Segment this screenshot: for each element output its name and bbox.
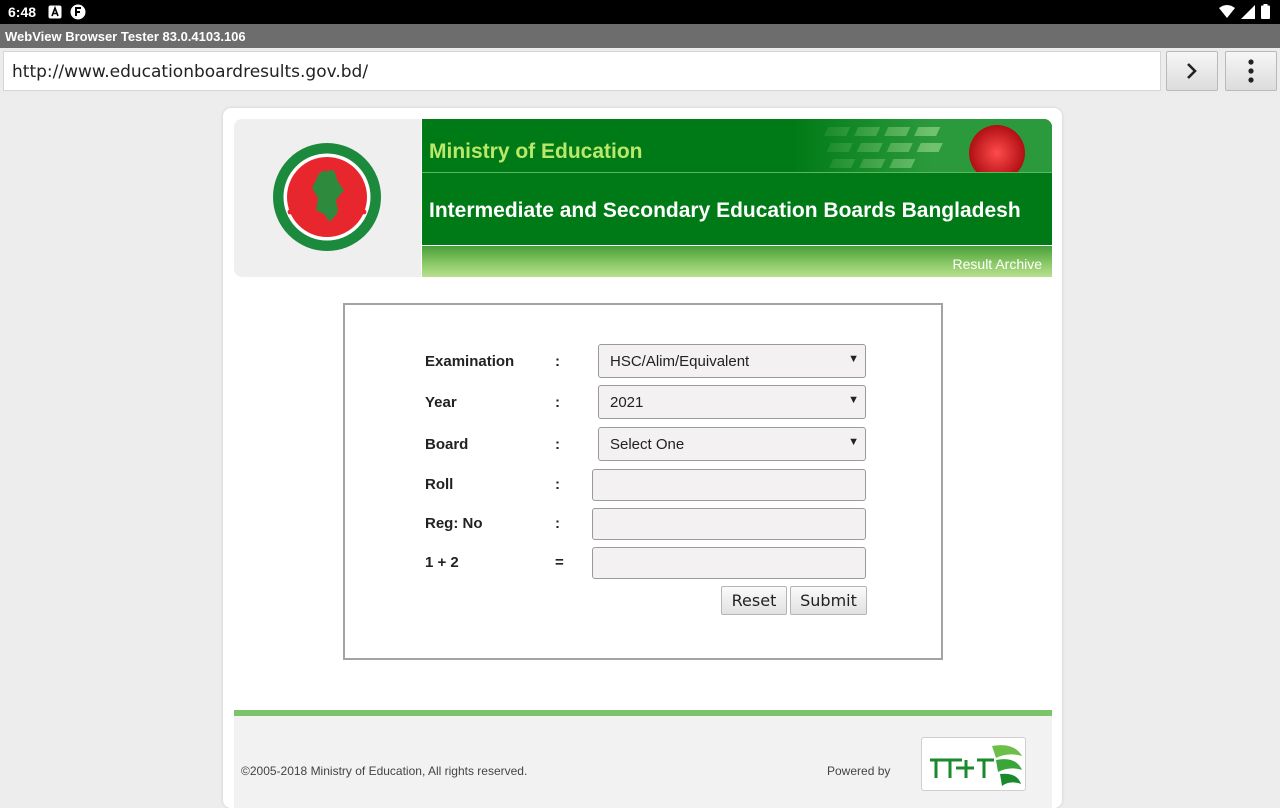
captcha-label: 1 + 2 bbox=[425, 554, 459, 571]
result-form: Examination : HSC/Alim/Equivalent ▼ Year… bbox=[343, 303, 943, 660]
roll-label: Roll bbox=[425, 476, 454, 493]
app-title-bar: WebView Browser Tester 83.0.4103.106 bbox=[0, 24, 1280, 48]
teletalk-logo[interactable] bbox=[921, 737, 1026, 791]
examination-colon: : bbox=[555, 353, 560, 370]
chevron-right-icon bbox=[1187, 63, 1197, 79]
board-colon: : bbox=[555, 436, 560, 453]
board-select[interactable]: Select One ▼ bbox=[598, 427, 866, 461]
overflow-menu-button[interactable] bbox=[1225, 51, 1277, 91]
reg-row: Reg: No : bbox=[425, 508, 867, 542]
logo-container bbox=[234, 119, 421, 277]
go-button[interactable] bbox=[1166, 51, 1218, 91]
reg-colon: : bbox=[555, 515, 560, 532]
captcha-input[interactable] bbox=[592, 547, 866, 579]
banner-divider bbox=[422, 172, 1052, 173]
year-label: Year bbox=[425, 394, 457, 411]
app-title: WebView Browser Tester 83.0.4103.106 bbox=[5, 29, 246, 44]
header-banner: Ministry of Education Intermediate and S… bbox=[422, 119, 1052, 245]
boards-title: Intermediate and Secondary Education Boa… bbox=[429, 199, 1021, 222]
powered-by-text: Powered by bbox=[827, 764, 891, 778]
roll-row: Roll : bbox=[425, 469, 867, 503]
battery-icon bbox=[1261, 4, 1270, 19]
url-input[interactable]: http://www.educationboardresults.gov.bd/ bbox=[3, 51, 1161, 91]
submit-button[interactable]: Submit bbox=[790, 586, 867, 615]
site-header: Ministry of Education Intermediate and S… bbox=[234, 119, 1052, 277]
examination-select[interactable]: HSC/Alim/Equivalent ▼ bbox=[598, 344, 866, 378]
status-bar: 6:48 bbox=[0, 0, 1280, 24]
archive-bar: Result Archive bbox=[422, 246, 1052, 277]
board-row: Board : Select One ▼ bbox=[425, 427, 867, 461]
board-value: Select One bbox=[610, 436, 685, 453]
roll-input[interactable] bbox=[592, 469, 866, 501]
board-label: Board bbox=[425, 436, 469, 453]
url-toolbar: http://www.educationboardresults.gov.bd/ bbox=[0, 48, 1280, 94]
captcha-equals: = bbox=[555, 554, 564, 571]
notification-f-icon bbox=[70, 4, 86, 20]
dropdown-arrow-icon: ▼ bbox=[848, 394, 859, 406]
year-value: 2021 bbox=[610, 394, 644, 411]
reg-label: Reg: No bbox=[425, 515, 483, 532]
ministry-title: Ministry of Education bbox=[429, 140, 643, 163]
more-vertical-icon bbox=[1248, 59, 1254, 83]
reset-button[interactable]: Reset bbox=[721, 586, 787, 615]
page-card: Ministry of Education Intermediate and S… bbox=[223, 108, 1062, 808]
roll-colon: : bbox=[555, 476, 560, 493]
wifi-icon bbox=[1219, 4, 1235, 18]
copyright-text: ©2005-2018 Ministry of Education, All ri… bbox=[241, 764, 528, 778]
examination-value: HSC/Alim/Equivalent bbox=[610, 353, 750, 370]
year-select[interactable]: 2021 ▼ bbox=[598, 385, 866, 419]
year-row: Year : 2021 ▼ bbox=[425, 385, 867, 419]
year-colon: : bbox=[555, 394, 560, 411]
teletalk-logo-icon bbox=[930, 745, 1022, 786]
dropdown-arrow-icon: ▼ bbox=[848, 436, 859, 448]
government-seal-logo bbox=[273, 143, 381, 251]
reg-input[interactable] bbox=[592, 508, 866, 540]
site-footer: ©2005-2018 Ministry of Education, All ri… bbox=[234, 716, 1052, 808]
status-time: 6:48 bbox=[8, 4, 37, 20]
decorative-banner-graphic bbox=[792, 119, 1052, 172]
examination-row: Examination : HSC/Alim/Equivalent ▼ bbox=[425, 344, 867, 378]
captcha-row: 1 + 2 = bbox=[425, 547, 867, 581]
examination-label: Examination bbox=[425, 353, 515, 370]
result-archive-link[interactable]: Result Archive bbox=[953, 256, 1042, 272]
signal-icon bbox=[1241, 4, 1255, 19]
notification-a-icon bbox=[48, 5, 62, 19]
dropdown-arrow-icon: ▼ bbox=[848, 353, 859, 365]
